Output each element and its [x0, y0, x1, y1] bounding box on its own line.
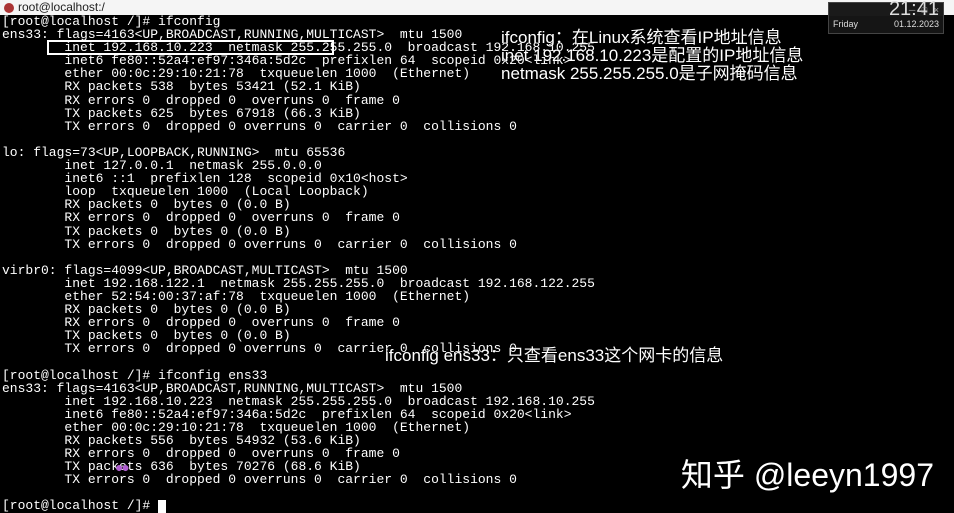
annotation-ifconfig: ifconfig：在Linux系统查看IP地址信息: [501, 28, 782, 47]
window-titlebar: root@localhost:/: [0, 0, 954, 15]
decorative-dots: ●●: [115, 463, 128, 476]
clock-date: 01.12.2023: [894, 18, 939, 31]
terminal-output[interactable]: [root@localhost /]# ifconfig ens33: flag…: [0, 15, 954, 513]
clock-window-controls[interactable]: ─ □ ×: [909, 4, 941, 17]
clock-widget: ─ □ × 21:41 Friday 01.12.2023: [828, 2, 944, 34]
annotation-netmask: netmask 255.255.255.0是子网掩码信息: [501, 64, 798, 83]
clock-day: Friday: [833, 18, 858, 31]
watermark: 知乎 @leeyn1997: [681, 469, 934, 482]
window-title: root@localhost:/: [18, 1, 105, 14]
annotation-ifconfig-ens33: ifconfig ens33：只查看ens33这个网卡的信息: [385, 346, 723, 365]
app-icon: [4, 3, 14, 13]
annotation-inet: inet 192.168.10.223是配置的IP地址信息: [501, 46, 803, 65]
